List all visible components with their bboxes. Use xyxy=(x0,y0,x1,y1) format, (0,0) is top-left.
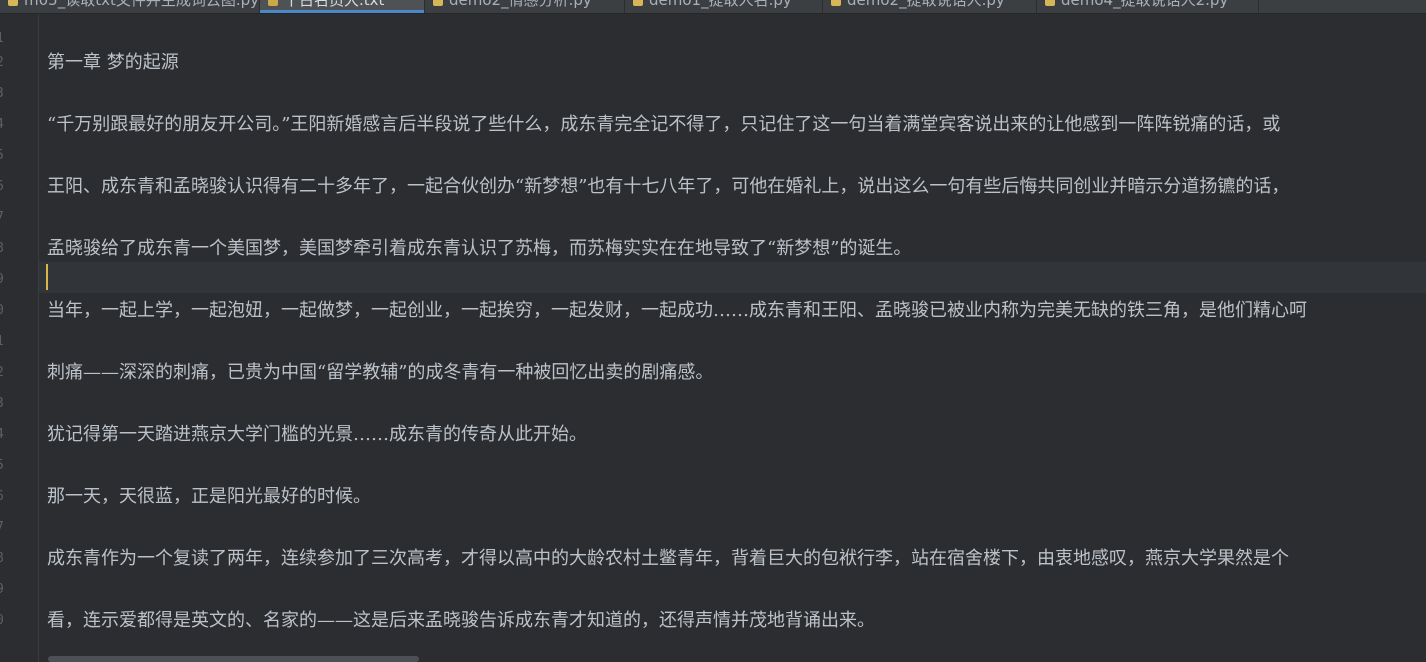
python-file-icon xyxy=(433,0,443,6)
editor-line: 成东青作为一个复读了两年，连续参加了三次高考，才得以高中的大龄农村土鳖青年，背着… xyxy=(47,548,1289,569)
editor-line: 当年，一起上学，一起泡妞，一起做梦，一起创业，一起挨穷，一起发财，一起成功……成… xyxy=(47,300,1307,321)
line-number: 5 xyxy=(0,148,6,163)
line-number: 8 xyxy=(0,551,6,566)
editor-line: 王阳、成东青和孟晓骏认识得有二十多年了，一起合伙创办“新梦想”也有十七八年了，可… xyxy=(47,176,1290,197)
line-number: 3 xyxy=(0,86,6,101)
text-caret xyxy=(46,264,48,290)
line-number: 9 xyxy=(0,272,6,287)
editor-line: 看，连示爱都得是英文的、名家的——这是后来孟晓骏告诉成东青才知道的，还得声情并茂… xyxy=(47,610,875,631)
python-file-icon xyxy=(831,0,841,6)
tab-label: m05_读取txt文件并生成词云图.py xyxy=(24,0,260,9)
tab-demo2-sentiment[interactable]: demo2_情感分析.py xyxy=(425,0,625,13)
line-number: 9 xyxy=(0,582,6,597)
line-number: 3 xyxy=(0,396,6,411)
editor-line: 犹记得第一天踏进燕京大学门槛的光景……成东青的传奇从此开始。 xyxy=(47,424,587,445)
line-number: 6 xyxy=(0,489,6,504)
python-file-icon xyxy=(633,0,643,6)
tab-label: demo2_情感分析.py xyxy=(449,0,592,9)
line-number: 7 xyxy=(0,210,6,225)
editor-tab-bar: m05_读取txt文件并生成词云图.py 干古名员大.txt demo2_情感分… xyxy=(0,0,1426,14)
tab-txt-file[interactable]: 干古名员大.txt xyxy=(260,0,425,13)
line-number: 0 xyxy=(0,613,6,628)
text-file-icon xyxy=(268,0,278,6)
editor-line: 第一章 梦的起源 xyxy=(47,52,179,73)
tab-label: demo1_提取人名.py xyxy=(649,0,792,9)
line-number: 6 xyxy=(0,179,6,194)
line-number: 7 xyxy=(0,520,6,535)
editor-line: “千万别跟最好的朋友开公司。”王阳新婚感言后半段说了些什么，成东青完全记不得了，… xyxy=(47,114,1281,135)
line-number: 0 xyxy=(0,303,6,318)
tab-m05-wordcloud[interactable]: m05_读取txt文件并生成词云图.py xyxy=(0,0,260,13)
line-number: 2 xyxy=(0,365,6,380)
line-number: 5 xyxy=(0,458,6,473)
text-editor[interactable]: 第一章 梦的起源 “千万别跟最好的朋友开公司。”王阳新婚感言后半段说了些什么，成… xyxy=(39,14,1426,662)
line-number: 4 xyxy=(0,117,6,132)
tab-label: 干古名员大.txt xyxy=(284,0,385,9)
line-number: 2 xyxy=(0,55,6,70)
python-file-icon xyxy=(1045,0,1055,6)
current-line-highlight xyxy=(39,262,1426,293)
python-file-icon xyxy=(8,0,18,6)
line-number-gutter[interactable]: 1 2 3 4 5 6 7 8 9 0 1 2 3 4 5 6 7 8 9 0 xyxy=(0,14,38,662)
line-number: 8 xyxy=(0,241,6,256)
editor-line: 那一天，天很蓝，正是阳光最好的时候。 xyxy=(47,486,371,507)
line-number: 1 xyxy=(0,31,6,46)
tab-demo4-speakers2[interactable]: demo4_提取说话人2.py xyxy=(1037,0,1259,13)
editor-line: 刺痛——深深的刺痛，已贵为中国“留学教辅”的成冬青有一种被回忆出卖的剧痛感。 xyxy=(47,362,714,383)
line-number: 1 xyxy=(0,334,6,349)
horizontal-scrollbar[interactable] xyxy=(48,656,419,662)
line-number: 4 xyxy=(0,427,6,442)
tab-label: demo2_提取说话人.py xyxy=(847,0,1005,9)
tab-label: demo4_提取说话人2.py xyxy=(1061,0,1229,9)
ide-window: m05_读取txt文件并生成词云图.py 干古名员大.txt demo2_情感分… xyxy=(0,0,1426,662)
tab-demo2-speakers[interactable]: demo2_提取说话人.py xyxy=(823,0,1037,13)
editor-line: 孟晓骏给了成东青一个美国梦，美国梦牵引着成东青认识了苏梅，而苏梅实实在在地导致了… xyxy=(47,238,912,259)
tab-demo1-names[interactable]: demo1_提取人名.py xyxy=(625,0,823,13)
